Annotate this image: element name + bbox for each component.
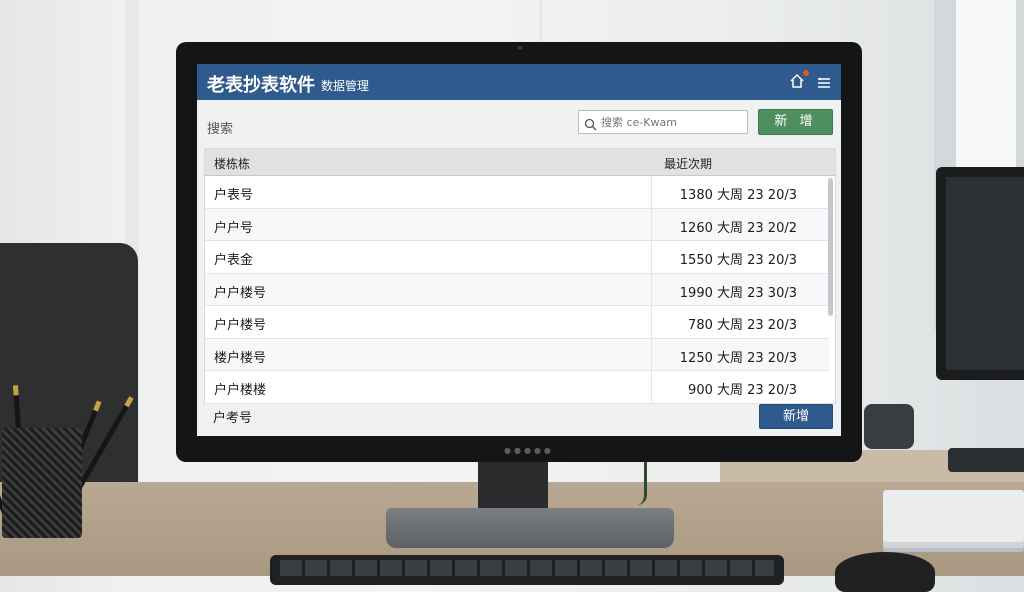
table-row[interactable]: 楼户楼号 1250 大周 23 20/3	[205, 338, 829, 371]
webcam	[518, 46, 522, 50]
home-icon[interactable]	[789, 73, 805, 89]
search-icon	[584, 116, 597, 131]
cell-name: 户户楼楼	[214, 383, 267, 398]
notification-dot-icon	[803, 70, 809, 76]
second-monitor	[936, 167, 1024, 380]
cell-name: 楼户楼号	[214, 350, 267, 366]
cell-value: 1990 大周 23 30/3	[679, 285, 797, 301]
add-bottom-button[interactable]: 新增	[759, 404, 833, 429]
search-input[interactable]	[601, 113, 743, 131]
footer-label: 户考号	[213, 411, 253, 426]
menu-icon[interactable]	[817, 75, 831, 89]
cell-value: 900 大周 23 20/3	[688, 383, 797, 398]
data-table: 楼栋栋 最近次期 户表号 1380 大周 23 20/3 户户号 1260 大周…	[204, 148, 836, 404]
pen-holder	[2, 428, 82, 538]
cell-name: 户户楼号	[214, 285, 267, 301]
monitor: ●●●●● 老表抄表软件 数据管理 搜索 新 增 楼栋栋	[176, 42, 862, 462]
table-scrollbar[interactable]	[828, 178, 833, 316]
status-leds: ●●●●●	[504, 446, 554, 455]
table-row[interactable]: 户户楼楼 900 大周 23 20/3	[205, 371, 829, 404]
app-title: 老表抄表软件	[207, 75, 315, 96]
search-label: 搜索	[207, 122, 234, 137]
table-body: 户表号 1380 大周 23 20/3 户户号 1260 大周 23 20/2 …	[205, 176, 829, 404]
paper-stack	[883, 490, 1024, 542]
table-row[interactable]: 户表金 1550 大周 23 20/3	[205, 241, 829, 274]
cell-value: 1260 大周 23 20/2	[679, 220, 797, 236]
mouse	[835, 552, 935, 592]
app-window: 老表抄表软件 数据管理 搜索 新 增 楼栋栋 最近次期	[197, 64, 841, 436]
column-header-latest[interactable]: 最近次期	[664, 155, 712, 172]
cell-value: 1550 大周 23 20/3	[679, 253, 797, 268]
table-row[interactable]: 户表号 1380 大周 23 20/3	[205, 176, 829, 209]
title-bar: 老表抄表软件 数据管理	[197, 64, 841, 100]
cell-name: 户表金	[214, 253, 254, 268]
cell-name: 户户号	[214, 220, 254, 236]
search-box[interactable]	[578, 110, 748, 134]
cell-name: 户表号	[214, 188, 254, 203]
cell-value: 1380 大周 23 20/3	[679, 188, 797, 203]
table-row[interactable]: 户户楼号 780 大周 23 20/3	[205, 306, 829, 339]
add-button[interactable]: 新 增	[758, 109, 833, 135]
cell-value: 1250 大周 23 20/3	[679, 350, 797, 366]
cell-value: 780 大周 23 20/3	[688, 318, 797, 333]
table-header: 楼栋栋 最近次期	[205, 149, 835, 176]
keyboard	[270, 555, 784, 585]
monitor-base	[386, 508, 674, 548]
cell-name: 户户楼号	[214, 318, 267, 333]
column-header-name[interactable]: 楼栋栋	[214, 155, 250, 172]
second-keyboard	[948, 448, 1024, 472]
table-row[interactable]: 户户号 1260 大周 23 20/2	[205, 208, 829, 241]
monitor-cable	[630, 455, 647, 505]
app-subtitle: 数据管理	[321, 79, 370, 93]
desk-phone	[864, 404, 914, 449]
table-row[interactable]: 户户楼号 1990 大周 23 30/3	[205, 273, 829, 306]
